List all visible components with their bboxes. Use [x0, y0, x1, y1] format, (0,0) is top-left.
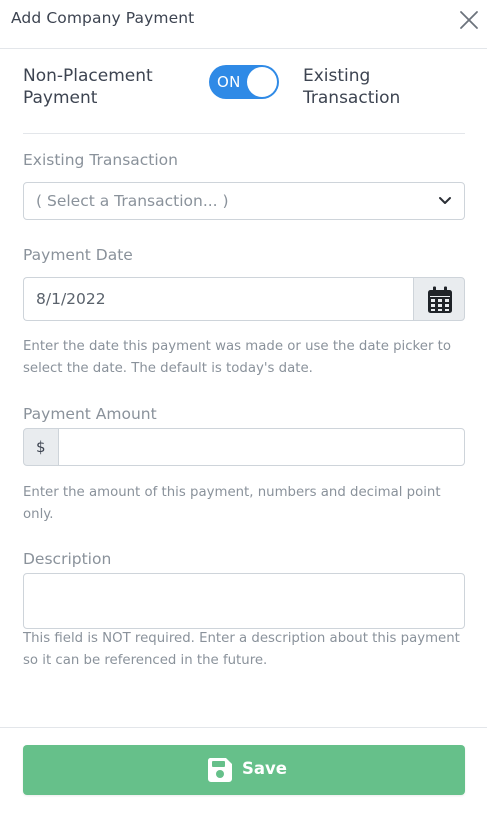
chevron-down-icon	[439, 197, 451, 204]
close-button[interactable]	[458, 9, 480, 31]
description-help: This field is NOT required. Enter a desc…	[23, 631, 460, 668]
description-input[interactable]	[23, 573, 465, 629]
payment-type-toggle-row: Non-Placement Payment ON Existing Transa…	[23, 65, 465, 111]
save-button[interactable]: Save	[23, 745, 465, 795]
section-divider	[23, 133, 465, 134]
description-label: Description	[23, 550, 112, 568]
existing-transaction-label: Existing Transaction	[23, 151, 178, 169]
toggle-right-label: Existing Transaction	[303, 66, 401, 108]
payment-type-toggle[interactable]: ON	[209, 65, 279, 99]
save-label: Save	[242, 759, 287, 778]
payment-date-help: Enter the date this payment was made or …	[23, 339, 451, 376]
payment-amount-label: Payment Amount	[23, 405, 157, 423]
toggle-state-text: ON	[217, 73, 241, 91]
date-picker-button[interactable]	[413, 277, 465, 321]
currency-addon: $	[23, 428, 59, 466]
modal-title: Add Company Payment	[11, 9, 195, 27]
footer-divider	[0, 727, 487, 728]
payment-amount-input[interactable]	[58, 428, 465, 466]
toggle-left-label: Non-Placement Payment	[23, 66, 153, 108]
payment-date-label: Payment Date	[23, 246, 133, 264]
existing-transaction-select[interactable]: ( Select a Transaction... )	[23, 182, 465, 220]
currency-symbol: $	[36, 438, 46, 456]
close-icon	[460, 11, 478, 29]
modal-header: Add Company Payment	[0, 0, 487, 49]
existing-transaction-selected: ( Select a Transaction... )	[36, 192, 229, 210]
payment-amount-help: Enter the amount of this payment, number…	[23, 485, 441, 522]
payment-date-input[interactable]: 8/1/2022	[23, 277, 414, 321]
calendar-icon	[428, 286, 452, 313]
toggle-knob	[247, 67, 277, 97]
save-icon	[207, 758, 232, 782]
payment-date-value: 8/1/2022	[36, 290, 106, 308]
